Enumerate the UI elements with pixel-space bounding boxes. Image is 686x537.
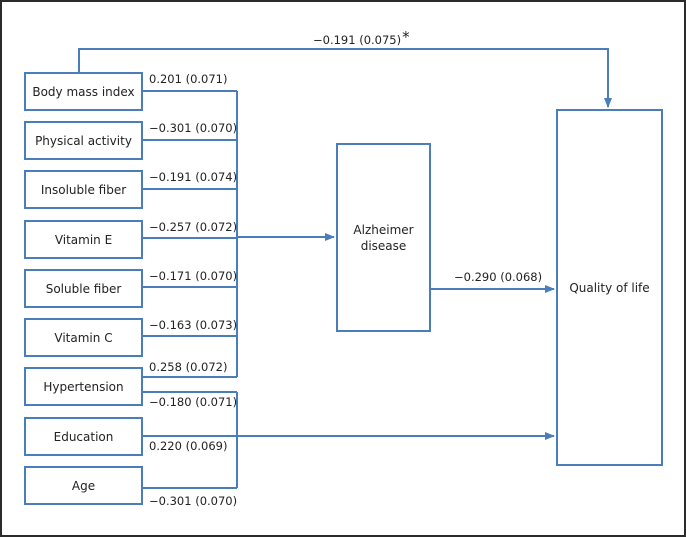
node-label: Insoluble fiber — [40, 182, 127, 197]
node-label: Vitamin C — [54, 330, 113, 345]
path-diagram: Body mass index Physical activity Insolu… — [0, 0, 686, 537]
node-label: Quality of life — [569, 280, 650, 295]
node-alzheimer-disease: Alzheimer disease — [336, 143, 431, 332]
node-label-line1: Alzheimer — [353, 222, 414, 237]
coef-bmi: 0.201 (0.071) — [149, 72, 228, 86]
coef-alzheimer-to-quality: −0.290 (0.068) — [454, 270, 543, 284]
coef-physical-activity: −0.301 (0.070) — [149, 121, 238, 135]
coef-hypertension-alzheimer: 0.258 (0.072) — [149, 360, 228, 374]
node-label: Hypertension — [43, 379, 124, 394]
node-label: Soluble fiber — [45, 281, 122, 296]
coef-education: 0.220 (0.069) — [149, 439, 228, 453]
node-physical-activity: Physical activity — [24, 121, 143, 160]
coef-vitamin-c: −0.163 (0.073) — [149, 318, 238, 332]
node-label: Body mass index — [32, 84, 135, 99]
node-education: Education — [24, 417, 143, 456]
node-label: Age — [71, 478, 96, 493]
coef-soluble-fiber: −0.171 (0.070) — [149, 269, 238, 283]
coef-hypertension-quality: −0.180 (0.071) — [149, 395, 238, 409]
coef-vitamin-e: −0.257 (0.072) — [149, 220, 238, 234]
node-label: Physical activity — [35, 133, 132, 148]
node-vitamin-c: Vitamin C — [24, 318, 143, 357]
coef-direct-path: −0.191 (0.075)* — [313, 28, 410, 48]
node-age: Age — [24, 466, 143, 505]
node-insoluble-fiber: Insoluble fiber — [24, 170, 143, 209]
node-quality-of-life: Quality of life — [556, 109, 663, 466]
node-hypertension: Hypertension — [24, 367, 143, 406]
node-label: Education — [53, 429, 114, 444]
node-label: Vitamin E — [54, 232, 113, 247]
significance-marker: * — [402, 28, 410, 46]
node-body-mass-index: Body mass index — [24, 72, 143, 111]
coef-age: −0.301 (0.070) — [149, 494, 238, 508]
node-soluble-fiber: Soluble fiber — [24, 269, 143, 308]
node-label-line2: disease — [360, 238, 407, 253]
coef-direct-value: −0.191 (0.075) — [313, 33, 402, 47]
coef-insoluble-fiber: −0.191 (0.074) — [149, 170, 238, 184]
node-vitamin-e: Vitamin E — [24, 220, 143, 259]
